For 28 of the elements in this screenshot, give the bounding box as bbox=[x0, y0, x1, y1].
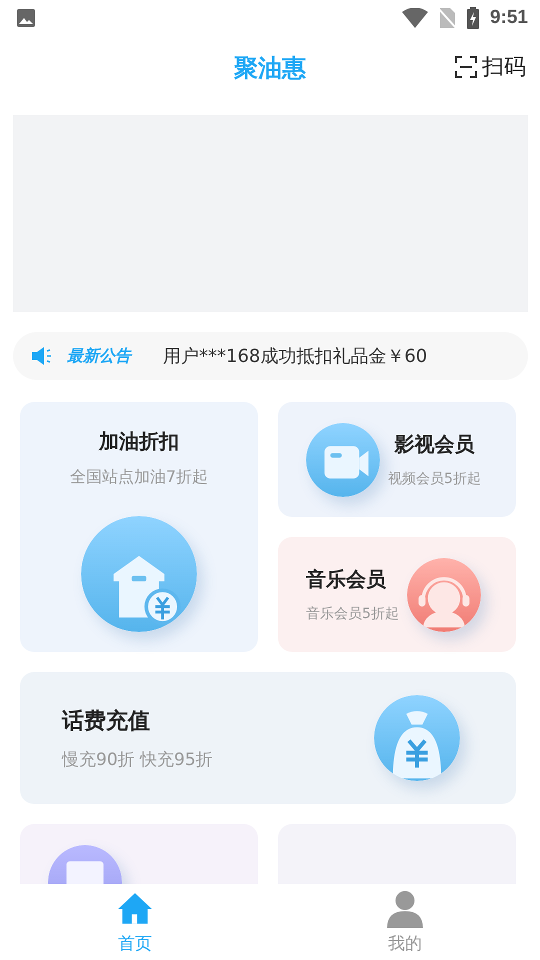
service-card[interactable]: 话费充值 慢充90折 快充95折 bbox=[20, 672, 516, 804]
status-time: 9:51 bbox=[490, 7, 528, 29]
wifi-icon bbox=[402, 8, 428, 28]
card-title: 影视会员 bbox=[394, 431, 474, 458]
card-subtitle: 慢充90折 快充95折 bbox=[62, 748, 213, 770]
speaker-icon bbox=[31, 346, 53, 366]
scan-icon bbox=[454, 55, 478, 79]
no-sim-icon bbox=[438, 7, 456, 29]
card-title: 话费充值 bbox=[62, 708, 150, 736]
card-subtitle: 视频会员5折起 bbox=[388, 470, 481, 488]
station-icon bbox=[81, 516, 197, 632]
battery-icon bbox=[466, 7, 480, 29]
notice-text: 用户***168成功抵扣礼品金￥60 bbox=[163, 345, 428, 368]
app-title: 聚油惠 bbox=[234, 53, 306, 84]
image-icon bbox=[16, 8, 36, 28]
scan-button[interactable]: 扫码 bbox=[452, 50, 528, 84]
moneybag-icon bbox=[374, 695, 460, 781]
service-card[interactable]: 音乐会员 音乐会员5折起 bbox=[278, 537, 516, 652]
headset-icon bbox=[406, 558, 481, 632]
notice-label: 最新公告 bbox=[67, 346, 131, 366]
video-icon bbox=[306, 422, 380, 496]
service-card[interactable]: 加油折扣 全国站点加油7折起 bbox=[20, 402, 258, 652]
card-title: 加油折扣 bbox=[99, 428, 179, 455]
person-icon bbox=[386, 890, 424, 928]
card-title: 音乐会员 bbox=[306, 566, 386, 593]
card-subtitle: 全国站点加油7折起 bbox=[70, 467, 208, 488]
card-subtitle: 音乐会员5折起 bbox=[306, 605, 399, 623]
service-card[interactable]: 影视会员 视频会员5折起 bbox=[278, 402, 516, 517]
